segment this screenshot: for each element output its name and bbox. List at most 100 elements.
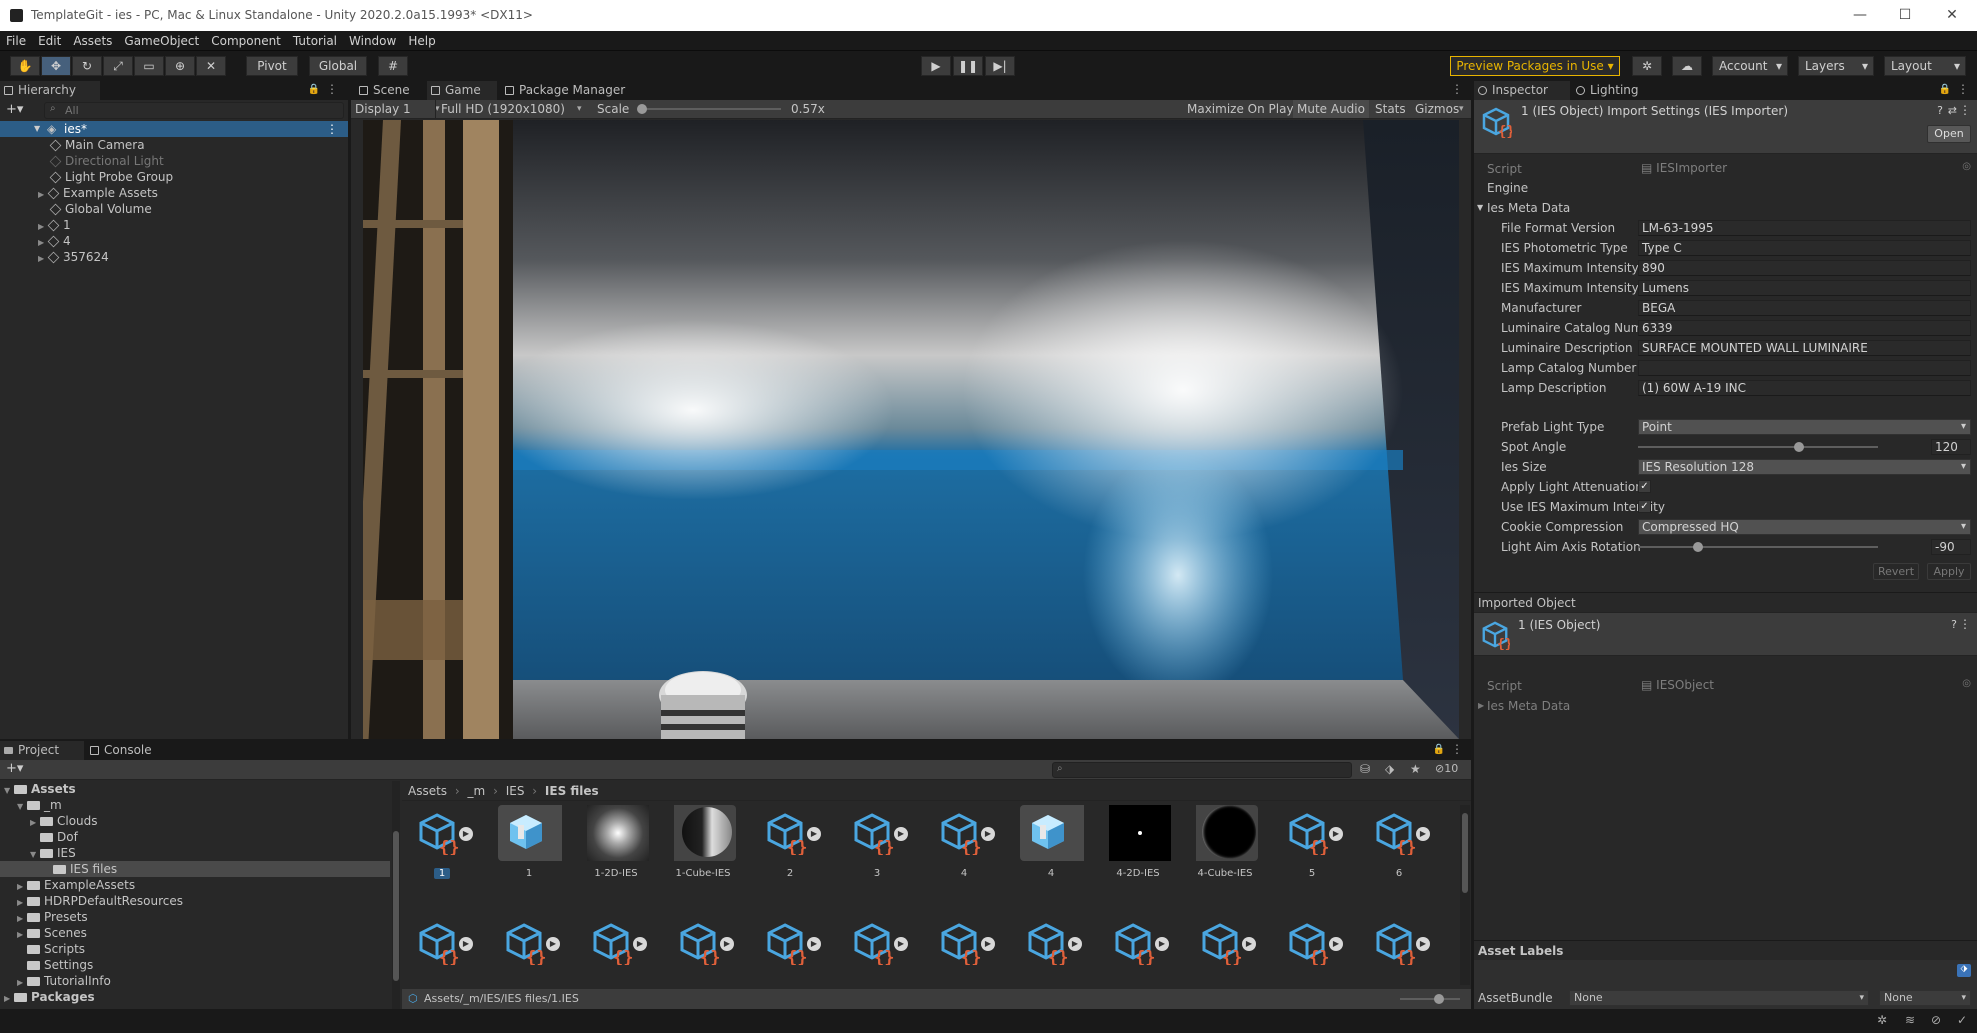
more-icon[interactable]: ⋮ (1451, 82, 1463, 96)
expand-arrow-icon[interactable]: ▶ (1416, 937, 1430, 951)
folder-tree-item[interactable]: ▼ IES (0, 845, 390, 861)
folder-tree-item[interactable]: ▶ ExampleAssets (0, 877, 390, 893)
asset-item[interactable]: {} ▶ 2 (750, 805, 830, 895)
pivot-toggle[interactable]: Pivot (246, 56, 298, 76)
folder-tree-item[interactable]: ▶ HDRPDefaultResources (0, 893, 390, 909)
hierarchy-item[interactable]: Global Volume (49, 201, 348, 217)
asset-item[interactable]: {} ▶ (1272, 915, 1352, 985)
hierarchy-item[interactable]: ▶ 4 (38, 233, 348, 249)
caret-down-icon[interactable]: ▼ (17, 799, 27, 815)
hierarchy-item[interactable]: ▶ Example Assets (38, 185, 348, 201)
tab-game[interactable]: Game (427, 81, 497, 100)
asset-item[interactable]: 4-Cube-IES (1185, 805, 1265, 895)
expand-arrow-icon[interactable]: ▶ (1329, 827, 1343, 841)
menu-edit[interactable]: Edit (32, 31, 67, 51)
folder-tree-item[interactable]: ▼ Assets (0, 781, 390, 797)
lock-icon[interactable]: 🔒 (308, 84, 320, 95)
aim-rotation-input[interactable]: -90 (1931, 539, 1971, 555)
imported-meta-foldout[interactable]: ▶ Ies Meta Data (1474, 698, 1977, 714)
spot-angle-slider[interactable] (1638, 442, 1878, 452)
asset-item[interactable]: {} ▶ 5 (1272, 805, 1352, 895)
folder-tree-item[interactable]: ▶ TutorialInfo (0, 973, 390, 989)
menu-tutorial[interactable]: Tutorial (287, 31, 343, 51)
target-icon[interactable]: ◎ (1962, 678, 1971, 689)
tree-scrollbar[interactable] (392, 781, 400, 1009)
cloud-button[interactable]: ☁ (1672, 56, 1702, 76)
hand-tool-button[interactable]: ✋ (10, 56, 40, 76)
preview-packages-button[interactable]: Preview Packages in Use ▾ (1450, 56, 1620, 76)
maximize-on-play-toggle[interactable]: Maximize On Play (1183, 100, 1298, 118)
grid-scrollbar[interactable] (1460, 805, 1470, 985)
help-icon[interactable]: ? (1937, 104, 1943, 117)
asset-item[interactable]: {} ▶ (402, 915, 482, 985)
transform-tool-button[interactable]: ⊕ (165, 56, 195, 76)
slider-knob[interactable] (637, 104, 647, 114)
hierarchy-item[interactable]: Directional Light (49, 153, 348, 169)
play-button[interactable]: ▶ (921, 56, 951, 76)
asset-item[interactable]: {} ▶ 6 (1359, 805, 1439, 895)
display-dropdown[interactable]: Display 1 (355, 100, 411, 118)
assetbundle-dropdown[interactable]: None ▾ (1569, 990, 1869, 1006)
pause-button[interactable]: ❚❚ (953, 56, 983, 76)
tab-console[interactable]: Console (86, 741, 170, 760)
more-icon[interactable]: ⋮ (1451, 742, 1463, 756)
expand-arrow-icon[interactable]: ▶ (807, 827, 821, 841)
asset-item[interactable]: {} ▶ 1 (402, 805, 482, 895)
menu-help[interactable]: Help (402, 31, 441, 51)
account-dropdown[interactable]: Account ▾ (1712, 56, 1788, 76)
asset-item[interactable]: {} ▶ (576, 915, 656, 985)
caret-down-icon[interactable]: ▼ (30, 847, 40, 863)
tab-project[interactable]: Project (0, 741, 84, 760)
expand-arrow-icon[interactable]: ▶ (807, 937, 821, 951)
use-max-intensity-checkbox[interactable]: ✓ (1638, 500, 1651, 513)
expand-arrow-icon[interactable]: ▶ (981, 827, 995, 841)
menu-gameobject[interactable]: GameObject (118, 31, 205, 51)
more-icon[interactable]: ⋮ (326, 82, 338, 96)
settings-button[interactable]: ✲ (1632, 56, 1662, 76)
scale-tool-button[interactable]: ⤢ (103, 56, 133, 76)
breadcrumb-ies[interactable]: IES (506, 784, 525, 798)
asset-item[interactable]: {} ▶ 3 (837, 805, 917, 895)
hierarchy-item[interactable]: ▶ 357624 (38, 249, 348, 265)
target-icon[interactable]: ◎ (1962, 161, 1971, 172)
expand-arrow-icon[interactable]: ▶ (1155, 937, 1169, 951)
label-tag-icon[interactable]: ⬗ (1957, 964, 1971, 977)
asset-item[interactable]: 1-Cube-IES (663, 805, 743, 895)
asset-item[interactable]: {} ▶ (1098, 915, 1178, 985)
menu-file[interactable]: File (0, 31, 32, 51)
hidden-packages-counter[interactable]: ⊘10 (1435, 762, 1458, 775)
asset-item[interactable]: 1 (489, 805, 569, 895)
lock-icon[interactable]: 🔒 (1939, 84, 1951, 95)
breadcrumb-m[interactable]: _m (468, 784, 486, 798)
scrollbar-thumb[interactable] (1462, 813, 1468, 893)
cookie-compression-dropdown[interactable]: Compressed HQ (1638, 519, 1971, 535)
meta-field-input[interactable]: LM-63-1995 (1638, 220, 1971, 236)
scale-slider[interactable] (637, 104, 781, 114)
network-icon[interactable]: ≋ (1905, 1013, 1915, 1027)
bake-icon[interactable]: ⊘ (1931, 1013, 1941, 1027)
asset-item[interactable]: {} ▶ (663, 915, 743, 985)
ies-size-dropdown[interactable]: IES Resolution 128 (1638, 459, 1971, 475)
asset-item[interactable]: {} ▶ (837, 915, 917, 985)
apply-attenuation-checkbox[interactable]: ✓ (1638, 480, 1651, 493)
tab-lighting[interactable]: Lighting (1572, 81, 1662, 100)
project-search-input[interactable]: ⌕ (1052, 762, 1352, 778)
resolution-dropdown[interactable]: Full HD (1920x1080) (435, 100, 565, 118)
expand-arrow-icon[interactable]: ▶ (546, 937, 560, 951)
rect-tool-button[interactable]: ▭ (134, 56, 164, 76)
expand-arrow-icon[interactable]: ▶ (720, 937, 734, 951)
more-icon[interactable]: ⋮ (1959, 103, 1971, 117)
meta-field-input[interactable]: 890 (1638, 260, 1971, 276)
debug-icon[interactable]: ✲ (1877, 1013, 1887, 1027)
filter-by-label-icon[interactable]: ⬗ (1385, 762, 1394, 776)
caret-right-icon[interactable]: ▶ (38, 251, 48, 267)
scrollbar-thumb[interactable] (393, 831, 399, 981)
slider-knob[interactable] (1434, 994, 1444, 1004)
tab-hierarchy[interactable]: Hierarchy (0, 81, 100, 100)
thumbnail-size-slider[interactable] (1400, 994, 1460, 1004)
caret-right-icon[interactable]: ▶ (4, 991, 14, 1007)
expand-arrow-icon[interactable]: ▶ (459, 827, 473, 841)
asset-item[interactable]: {} ▶ (750, 915, 830, 985)
menu-assets[interactable]: Assets (67, 31, 118, 51)
asset-item[interactable]: 4 (1011, 805, 1091, 895)
